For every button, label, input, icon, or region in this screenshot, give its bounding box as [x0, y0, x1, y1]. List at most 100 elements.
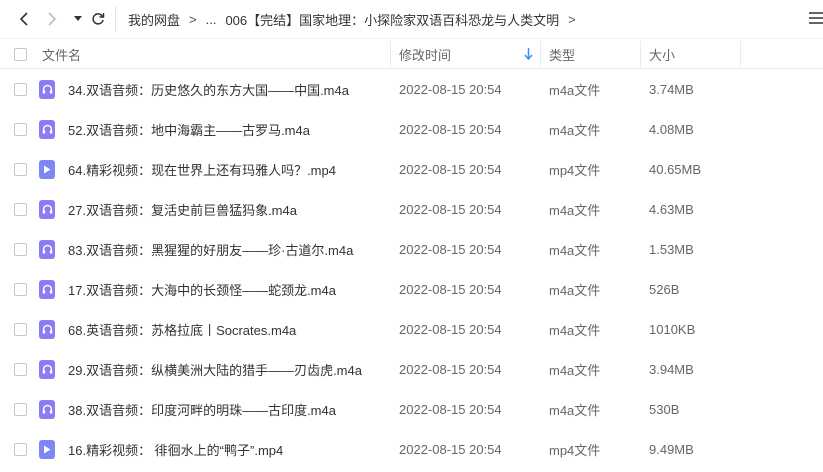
file-size: 1.53MB — [649, 241, 694, 257]
column-divider[interactable] — [640, 41, 641, 67]
row-checkbox[interactable] — [14, 282, 27, 296]
file-list-header: 文件名 修改时间 类型 大小 — [0, 38, 823, 69]
audio-icon — [39, 319, 55, 339]
file-type: m4a文件 — [549, 122, 601, 138]
row-checkbox-cell — [14, 189, 27, 229]
file-size: 3.74MB — [649, 81, 694, 97]
row-checkbox-cell — [14, 309, 27, 349]
file-size: 530B — [649, 401, 680, 417]
file-size: 4.63MB — [649, 201, 694, 217]
breadcrumb-separator: > — [568, 11, 576, 27]
column-header-time[interactable]: 修改时间 — [399, 39, 451, 69]
file-name[interactable]: 17.双语音频：大海中的长颈怪——蛇颈龙.m4a — [68, 269, 336, 309]
caret-down-icon — [74, 16, 82, 21]
row-checkbox[interactable] — [14, 202, 27, 216]
file-modified-time: 2022-08-15 20:54 — [399, 441, 502, 457]
file-type: m4a文件 — [549, 402, 601, 418]
file-type: mp4文件 — [549, 162, 601, 178]
file-name[interactable]: 68.英语音频：苏格拉底丨Socrates.m4a — [68, 309, 296, 349]
audio-icon — [39, 199, 55, 219]
file-type: m4a文件 — [549, 82, 601, 98]
row-checkbox[interactable] — [14, 122, 27, 136]
file-row[interactable]: 38.双语音频：印度河畔的明珠——古印度.m4a 2022-08-15 20:54… — [0, 389, 823, 429]
file-list: 34.双语音频：历史悠久的东方大国——中国.m4a 2022-08-15 20:5… — [0, 69, 823, 469]
audio-icon — [39, 359, 55, 379]
file-icon-cell — [39, 429, 55, 469]
file-modified-time: 2022-08-15 20:54 — [399, 281, 502, 297]
breadcrumb: 我的网盘 > ... 006【完结】国家地理：小探险家双语百科恐龙与人类文明 > — [128, 0, 585, 38]
file-name[interactable]: 16.精彩视频： 徘徊水上的“鸭子”.mp4 — [68, 429, 283, 469]
file-row[interactable]: 16.精彩视频： 徘徊水上的“鸭子”.mp4 2022-08-15 20:54 mp… — [0, 429, 823, 469]
refresh-button[interactable] — [86, 7, 110, 31]
row-checkbox[interactable] — [14, 82, 27, 96]
breadcrumb-ellipsis[interactable]: ... — [206, 12, 217, 27]
row-checkbox-cell — [14, 429, 27, 469]
row-checkbox-cell — [14, 389, 27, 429]
file-row[interactable]: 17.双语音频：大海中的长颈怪——蛇颈龙.m4a 2022-08-15 20:54… — [0, 269, 823, 309]
file-name[interactable]: 83.双语音频：黑猩猩的好朋友——珍·古道尔.m4a — [68, 229, 353, 269]
file-icon-cell — [39, 149, 55, 189]
file-icon-cell — [39, 269, 55, 309]
file-row[interactable]: 68.英语音频：苏格拉底丨Socrates.m4a 2022-08-15 20:5… — [0, 309, 823, 349]
audio-icon — [39, 279, 55, 299]
column-header-name[interactable]: 文件名 — [42, 39, 81, 69]
breadcrumb-root[interactable]: 我的网盘 — [128, 10, 180, 29]
file-icon-cell — [39, 349, 55, 389]
file-row[interactable]: 29.双语音频：纵横美洲大陆的猎手——刃齿虎.m4a 2022-08-15 20:… — [0, 349, 823, 389]
row-checkbox-cell — [14, 69, 27, 109]
column-divider[interactable] — [740, 41, 741, 67]
file-modified-time: 2022-08-15 20:54 — [399, 121, 502, 137]
file-size: 40.65MB — [649, 161, 702, 177]
sort-descending-icon[interactable] — [524, 48, 533, 60]
row-checkbox[interactable] — [14, 442, 27, 456]
file-modified-time: 2022-08-15 20:54 — [399, 321, 502, 337]
row-checkbox[interactable] — [14, 362, 27, 376]
audio-icon — [39, 399, 55, 419]
row-checkbox-cell — [14, 109, 27, 149]
video-icon — [39, 159, 55, 179]
nav-divider — [115, 6, 116, 32]
select-all-checkbox[interactable] — [14, 47, 27, 61]
file-row[interactable]: 34.双语音频：历史悠久的东方大国——中国.m4a 2022-08-15 20:5… — [0, 69, 823, 109]
row-checkbox[interactable] — [14, 242, 27, 256]
row-checkbox-cell — [14, 229, 27, 269]
breadcrumb-current-folder[interactable]: 006【完结】国家地理：小探险家双语百科恐龙与人类文明 — [225, 10, 559, 29]
file-modified-time: 2022-08-15 20:54 — [399, 81, 502, 97]
row-checkbox[interactable] — [14, 402, 27, 416]
refresh-icon — [92, 13, 105, 25]
file-name[interactable]: 38.双语音频：印度河畔的明珠——古印度.m4a — [68, 389, 336, 429]
file-size: 526B — [649, 281, 680, 297]
column-divider[interactable] — [390, 41, 391, 67]
column-divider[interactable] — [540, 41, 541, 67]
column-header-type[interactable]: 类型 — [549, 39, 575, 69]
chevron-right-icon — [48, 12, 57, 26]
file-row[interactable]: 52.双语音频：地中海霸主——古罗马.m4a 2022-08-15 20:54 m4… — [0, 109, 823, 149]
file-type: m4a文件 — [549, 362, 601, 378]
file-modified-time: 2022-08-15 20:54 — [399, 361, 502, 377]
file-name[interactable]: 52.双语音频：地中海霸主——古罗马.m4a — [68, 109, 310, 149]
hamburger-icon — [809, 12, 823, 24]
file-icon-cell — [39, 309, 55, 349]
file-name[interactable]: 34.双语音频：历史悠久的东方大国——中国.m4a — [68, 69, 349, 109]
file-name[interactable]: 64.精彩视频：现在世界上还有玛雅人吗？.mp4 — [68, 149, 336, 189]
file-icon-cell — [39, 69, 55, 109]
row-checkbox[interactable] — [14, 162, 27, 176]
file-type: m4a文件 — [549, 322, 601, 338]
file-modified-time: 2022-08-15 20:54 — [399, 401, 502, 417]
column-header-size[interactable]: 大小 — [649, 39, 675, 69]
file-icon-cell — [39, 389, 55, 429]
file-name[interactable]: 27.双语音频：复活史前巨兽猛犸象.m4a — [68, 189, 297, 229]
file-size: 4.08MB — [649, 121, 694, 137]
file-row[interactable]: 64.精彩视频：现在世界上还有玛雅人吗？.mp4 2022-08-15 20:54… — [0, 149, 823, 189]
file-row[interactable]: 27.双语音频：复活史前巨兽猛犸象.m4a 2022-08-15 20:54 m4a… — [0, 189, 823, 229]
forward-button[interactable] — [40, 7, 64, 31]
file-name[interactable]: 29.双语音频：纵横美洲大陆的猎手——刃齿虎.m4a — [68, 349, 362, 389]
back-button[interactable] — [12, 7, 36, 31]
file-icon-cell — [39, 229, 55, 269]
file-row[interactable]: 83.双语音频：黑猩猩的好朋友——珍·古道尔.m4a 2022-08-15 20:… — [0, 229, 823, 269]
file-type: mp4文件 — [549, 442, 601, 458]
breadcrumb-separator: > — [189, 11, 197, 27]
row-checkbox[interactable] — [14, 322, 27, 336]
file-type: m4a文件 — [549, 242, 601, 258]
menu-button[interactable] — [809, 11, 823, 27]
